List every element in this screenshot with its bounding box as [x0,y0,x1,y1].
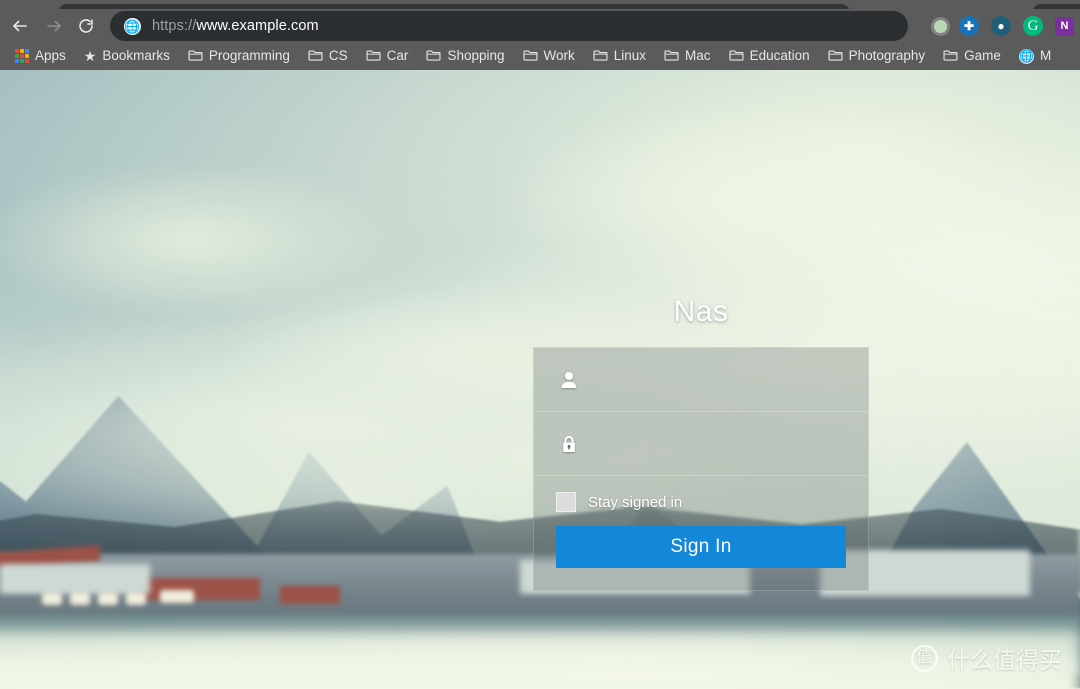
folder-icon [828,49,843,64]
stay-signed-in-checkbox[interactable] [556,492,576,512]
globe-icon: 🌐 [1018,48,1034,64]
password-field-row[interactable] [534,412,868,476]
bookmark-apps[interactable]: Apps [6,44,75,68]
url-scheme: https:// [152,18,197,34]
watermark-text: 什么值得买 [947,647,1062,673]
bookmark-m[interactable]: 🌐 M [1010,44,1060,68]
globe-icon: 🌐 [124,17,141,35]
bookmark-label: Shopping [447,48,505,64]
bookmark-photography[interactable]: Photography [819,44,935,68]
sign-in-button[interactable]: Sign In [556,526,846,568]
extension-icons: ✚ ● G N [934,11,1074,41]
web-page-content: Nas Stay signed in Sign In 值 什么值得买 [0,70,1080,689]
folder-icon [593,49,608,64]
bookmark-label: Apps [35,48,66,64]
bookmark-bookmarks[interactable]: ★ Bookmarks [75,44,179,68]
password-input[interactable] [582,412,846,475]
bookmark-label: Linux [613,48,647,64]
stay-signed-in-label: Stay signed in [588,493,683,511]
bookmark-car[interactable]: Car [357,44,418,68]
bookmark-label: Game [964,48,1001,64]
bookmark-label: M [1039,48,1052,64]
bookmark-label: Photography [848,48,926,64]
signin-button-wrap: Sign In [534,512,868,590]
teal-download-extension-icon[interactable]: ● [991,16,1011,36]
person-icon [556,370,582,390]
blue-puzzle-extension-icon[interactable]: ✚ [959,16,979,36]
bookmark-mac[interactable]: Mac [655,44,720,68]
pale-circle-extension-icon[interactable] [934,19,947,33]
watermark: 值 什么值得买 [911,641,1062,675]
folder-icon [943,49,958,64]
username-input[interactable] [582,348,846,411]
address-bar-url: https://www.example.com [152,18,319,34]
bookmark-shopping[interactable]: Shopping [417,44,513,68]
url-host: www.example.com [196,18,319,34]
page-title: Nas [673,295,729,328]
bookmark-label: Car [386,48,409,64]
username-field-row[interactable] [534,348,868,412]
folder-icon [522,49,538,64]
forward-icon[interactable] [40,12,68,40]
folder-icon [366,49,381,64]
bookmark-label: Work [543,48,575,64]
lock-icon [556,434,582,454]
folder-icon [664,49,679,64]
back-icon[interactable] [6,12,34,40]
grammarly-extension-icon[interactable]: G [1023,16,1043,36]
apps-grid-icon [15,49,29,63]
folder-icon [188,49,203,64]
bookmark-label: Education [749,48,810,64]
reload-icon[interactable] [72,12,100,40]
bookmarks-bar: Apps ★ Bookmarks Programming CS Car Shopping Wo… [0,42,1080,70]
bookmark-cs[interactable]: CS [299,44,357,68]
browser-chrome: 🌐 https://www.example.com ✚ ● G N Apps ★ B… [0,0,1080,70]
bookmark-label: Mac [685,48,711,64]
folder-icon [426,49,441,64]
login-card: Stay signed in Sign In [533,347,869,591]
stay-signed-in-row[interactable]: Stay signed in [534,476,868,512]
bookmark-work[interactable]: Work [514,44,584,68]
folder-icon [729,49,744,64]
bookmark-label: CS [328,48,348,64]
tab-strip [0,0,1080,9]
star-icon: ★ [83,48,97,64]
address-bar[interactable]: 🌐 https://www.example.com [110,11,908,41]
watermark-badge-icon: 值 [911,644,938,672]
bookmark-game[interactable]: Game [934,44,1010,68]
login-container: Nas Stay signed in Sign In [533,295,869,591]
bookmark-programming[interactable]: Programming [179,44,299,68]
bookmark-label: Bookmarks [102,48,170,64]
folder-icon [308,49,323,64]
browser-toolbar: 🌐 https://www.example.com ✚ ● G N [0,9,1080,42]
bookmark-education[interactable]: Education [720,44,819,68]
bookmark-linux[interactable]: Linux [584,44,655,68]
onenote-extension-icon[interactable]: N [1055,16,1074,36]
bookmark-label: Programming [208,48,290,64]
